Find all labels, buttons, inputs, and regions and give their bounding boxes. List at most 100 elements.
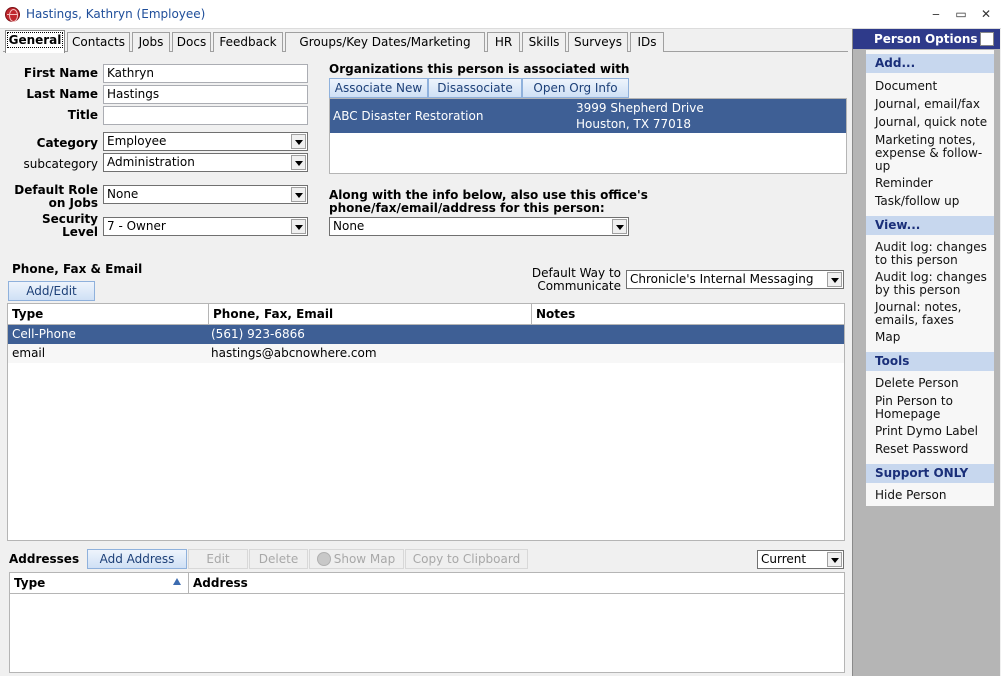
disassociate-button[interactable]: Disassociate [428,78,522,98]
office-value: None [333,219,365,233]
option-audit-log-changes-to[interactable]: Audit log: changes to this person [875,241,993,267]
org-name: ABC Disaster Restoration [333,109,484,123]
tab-contacts[interactable]: Contacts [67,32,130,52]
close-icon[interactable]: ✕ [975,5,997,23]
phone-notes [530,344,534,363]
add-address-button[interactable]: Add Address [87,549,187,569]
address-filter-select[interactable]: Current [757,550,844,569]
default-role-value: None [107,187,139,201]
office-select[interactable]: None [329,217,629,236]
default-way-select[interactable]: Chronicle's Internal Messaging [626,270,844,289]
option-print-dymo-label[interactable]: Print Dymo Label [875,425,993,438]
tab-groups-key-dates-marketing[interactable]: Groups/Key Dates/Marketing [285,32,485,52]
option-audit-log-changes-by[interactable]: Audit log: changes by this person [875,271,993,297]
tab-feedback[interactable]: Feedback [213,32,283,52]
column-address-type[interactable]: Type [10,573,189,593]
section-add[interactable]: Add... [866,54,994,73]
orgs-heading: Organizations this person is associated … [329,62,630,76]
first-name-label: First Name [23,66,98,80]
tab-jobs[interactable]: Jobs [132,32,170,52]
person-options-title: Person Options [874,32,978,46]
column-notes[interactable]: Notes [532,304,844,324]
table-row[interactable]: Cell-Phone (561) 923-6866 [8,325,844,344]
org-address-line1: 3999 Shepherd Drive [576,101,704,115]
security-level-label: Security [41,212,98,226]
chevron-down-icon[interactable] [291,187,306,202]
tab-label: General [6,32,64,48]
maximize-icon[interactable]: ▭ [950,5,972,23]
title-label: Title [67,108,98,122]
tab-general[interactable]: General [5,30,65,53]
default-way-label-line2: Communicate [537,279,621,293]
section-tools[interactable]: Tools [866,352,994,371]
subcategory-value: Administration [107,155,195,169]
tab-surveys[interactable]: Surveys [568,32,628,52]
subcategory-select[interactable]: Administration [103,153,308,172]
phone-type: Cell-Phone [12,327,76,341]
column-phone-fax-email[interactable]: Phone, Fax, Email [209,304,532,324]
phone-type: email [12,346,46,360]
edit-address-button[interactable]: Edit [188,549,248,569]
globe-icon [317,552,331,566]
address-filter-value: Current [761,552,807,566]
default-role-label-line2: on Jobs [48,196,98,210]
category-select[interactable]: Employee [103,132,308,151]
app-globe-icon [5,7,20,22]
phone-value: hastings@abcnowhere.com [211,346,377,360]
option-journal-quick-note[interactable]: Journal, quick note [875,116,993,129]
chevron-down-icon[interactable] [827,272,842,287]
option-pin-person[interactable]: Pin Person to Homepage [875,395,993,421]
pin-icon[interactable] [980,32,994,46]
open-org-info-button[interactable]: Open Org Info [522,78,629,98]
show-map-label: Show Map [333,552,396,566]
default-role-label: Default Role [14,183,98,197]
option-delete-person[interactable]: Delete Person [875,377,993,390]
org-address-line2: Houston, TX 77018 [576,117,692,131]
phone-heading: Phone, Fax & Email [12,262,143,276]
last-name-label: Last Name [26,87,98,101]
column-address[interactable]: Address [189,573,844,593]
option-map[interactable]: Map [875,331,993,344]
option-journal-email-fax[interactable]: Journal, email/fax [875,98,993,111]
section-support-only[interactable]: Support ONLY [866,464,994,483]
subcategory-label: subcategory [23,157,98,171]
category-value: Employee [107,134,167,148]
table-row[interactable]: email hastings@abcnowhere.com [8,344,844,363]
chevron-down-icon[interactable] [612,219,627,234]
minimize-icon[interactable]: ‒ [925,5,947,23]
chevron-down-icon[interactable] [291,219,306,234]
option-journal-notes[interactable]: Journal: notes, emails, faxes [875,301,993,327]
associate-new-button[interactable]: Associate New [329,78,428,98]
default-role-select[interactable]: None [103,185,308,204]
phone-grid-header: Type Phone, Fax, Email Notes [8,304,844,325]
org-row[interactable]: ABC Disaster Restoration 3999 Shepherd D… [330,99,846,133]
tab-docs[interactable]: Docs [172,32,211,52]
security-level-value: 7 - Owner [107,219,166,233]
window-title: Hastings, Kathryn (Employee) [26,7,206,21]
title-input[interactable] [103,106,308,125]
option-reset-password[interactable]: Reset Password [875,443,993,456]
add-edit-button[interactable]: Add/Edit [8,281,95,301]
addresses-grid-header: Type Address [10,573,844,594]
section-view[interactable]: View... [866,216,994,235]
security-level-select[interactable]: 7 - Owner [103,217,308,236]
copy-to-clipboard-button[interactable]: Copy to Clipboard [405,549,528,569]
first-name-input[interactable]: Kathryn [103,64,308,83]
tab-skills[interactable]: Skills [522,32,566,52]
default-way-value: Chronicle's Internal Messaging [630,272,814,286]
tab-hr[interactable]: HR [487,32,520,52]
option-hide-person[interactable]: Hide Person [875,489,993,502]
addresses-heading: Addresses [9,552,80,566]
option-reminder[interactable]: Reminder [875,177,993,190]
column-type[interactable]: Type [8,304,209,324]
option-marketing-notes[interactable]: Marketing notes, expense & follow-up [875,134,993,173]
chevron-down-icon[interactable] [291,155,306,170]
chevron-down-icon[interactable] [291,134,306,149]
office-label: Along with the info below, also use this… [329,188,648,202]
delete-address-button[interactable]: Delete [249,549,308,569]
last-name-input[interactable]: Hastings [103,85,308,104]
chevron-down-icon[interactable] [827,552,842,567]
option-task-follow-up[interactable]: Task/follow up [875,195,993,208]
tab-ids[interactable]: IDs [630,32,664,52]
option-document[interactable]: Document [875,80,993,93]
